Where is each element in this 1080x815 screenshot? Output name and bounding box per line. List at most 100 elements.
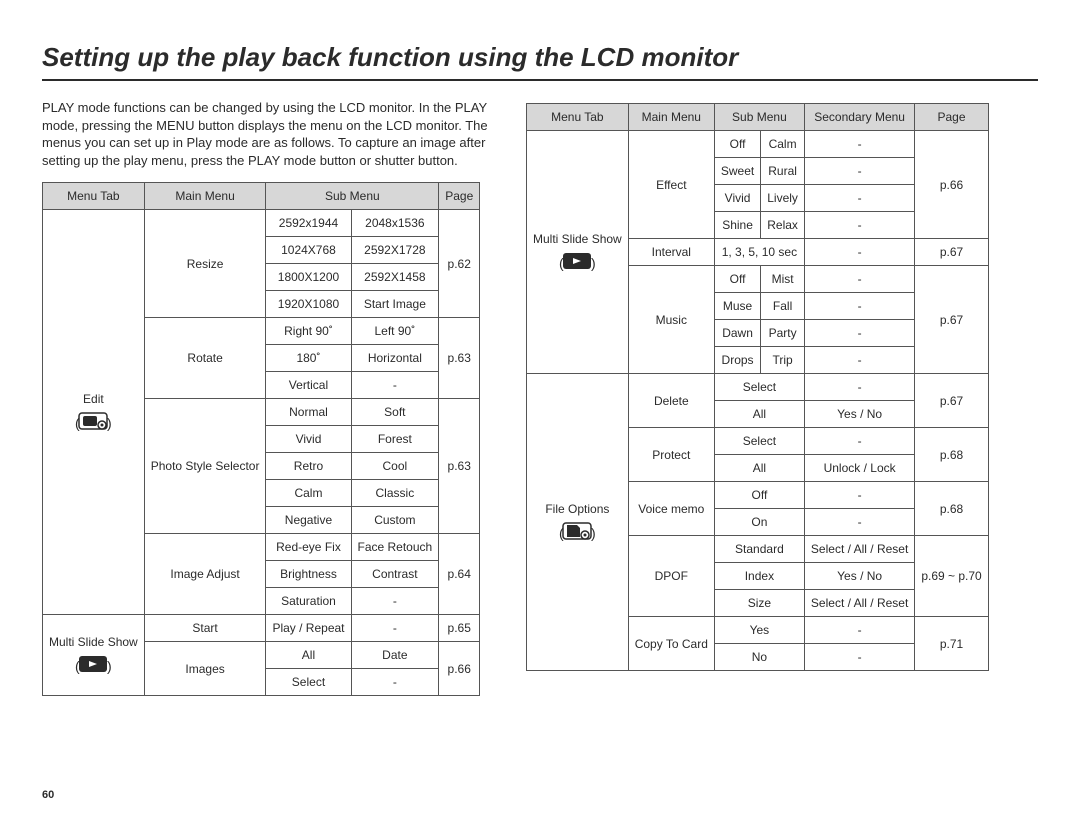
cell: Classic <box>351 480 439 507</box>
cell: Vivid <box>714 185 760 212</box>
page-ref: p.63 <box>439 318 480 399</box>
col-sub-menu: Sub Menu <box>266 183 439 210</box>
page-ref: p.66 <box>439 642 480 696</box>
main-rotate: Rotate <box>144 318 266 399</box>
cell: - <box>804 509 914 536</box>
cell: Play / Repeat <box>266 615 351 642</box>
cell: - <box>351 669 439 696</box>
cell: Soft <box>351 399 439 426</box>
svg-text:): ) <box>107 658 112 674</box>
main-images: Images <box>144 642 266 696</box>
cell: Select <box>266 669 351 696</box>
page-ref: p.69 ~ p.70 <box>915 536 988 617</box>
page-title: Setting up the play back function using … <box>42 42 1038 81</box>
svg-text:): ) <box>591 525 596 541</box>
edit-icon: () <box>73 410 113 432</box>
svg-text:): ) <box>591 255 596 271</box>
cell: Calm <box>266 480 351 507</box>
cell: All <box>714 401 804 428</box>
cell: No <box>714 644 804 671</box>
manual-page: Setting up the play back function using … <box>0 0 1080 815</box>
right-table: Menu Tab Main Menu Sub Menu Secondary Me… <box>526 103 989 671</box>
svg-text:(: ( <box>559 255 564 271</box>
cell: Relax <box>761 212 805 239</box>
cell: Forest <box>351 426 439 453</box>
svg-text:(: ( <box>75 415 80 431</box>
cell: Select <box>714 428 804 455</box>
cell: - <box>804 374 914 401</box>
cell: - <box>804 158 914 185</box>
cell: Trip <box>761 347 805 374</box>
intro-text: PLAY mode functions can be changed by us… <box>42 99 502 169</box>
main-voice: Voice memo <box>628 482 714 536</box>
col-menu-tab: Menu Tab <box>527 104 629 131</box>
cell: Mist <box>761 266 805 293</box>
cell: Face Retouch <box>351 534 439 561</box>
cell: Sweet <box>714 158 760 185</box>
cell: Shine <box>714 212 760 239</box>
main-adjust: Image Adjust <box>144 534 266 615</box>
edit-tab: Edit () <box>43 210 145 615</box>
cell: 2592X1728 <box>351 237 439 264</box>
cell: - <box>351 615 439 642</box>
cell: Lively <box>761 185 805 212</box>
page-ref: p.63 <box>439 399 480 534</box>
cell: Start Image <box>351 291 439 318</box>
cell: 1920X1080 <box>266 291 351 318</box>
cell: - <box>804 644 914 671</box>
cell: - <box>804 185 914 212</box>
cell: 1, 3, 5, 10 sec <box>714 239 804 266</box>
multislide-tab-label: Multi Slide Show <box>533 232 622 246</box>
cell: - <box>804 347 914 374</box>
page-ref: p.68 <box>915 482 988 536</box>
file-options-icon: () <box>557 520 597 542</box>
main-style: Photo Style Selector <box>144 399 266 534</box>
cell: 2048x1536 <box>351 210 439 237</box>
cell: 2592X1458 <box>351 264 439 291</box>
page-ref: p.67 <box>915 266 988 374</box>
cell: Vertical <box>266 372 351 399</box>
col-menu-tab: Menu Tab <box>43 183 145 210</box>
col-main-menu: Main Menu <box>628 104 714 131</box>
cell: - <box>804 482 914 509</box>
cell: Red-eye Fix <box>266 534 351 561</box>
main-delete: Delete <box>628 374 714 428</box>
edit-tab-label: Edit <box>83 392 104 406</box>
col-sub-menu: Sub Menu <box>714 104 804 131</box>
main-interval: Interval <box>628 239 714 266</box>
page-ref: p.71 <box>915 617 988 671</box>
cell: 1800X1200 <box>266 264 351 291</box>
cell: 1024X768 <box>266 237 351 264</box>
cell: Yes <box>714 617 804 644</box>
svg-text:): ) <box>107 415 112 431</box>
cell: All <box>714 455 804 482</box>
cell: Left 90˚ <box>351 318 439 345</box>
main-effect: Effect <box>628 131 714 239</box>
cell: Saturation <box>266 588 351 615</box>
cell: Right 90˚ <box>266 318 351 345</box>
cell: Cool <box>351 453 439 480</box>
cell: Drops <box>714 347 760 374</box>
cell: 180˚ <box>266 345 351 372</box>
main-music: Music <box>628 266 714 374</box>
cell: - <box>804 428 914 455</box>
cell: Party <box>761 320 805 347</box>
cell: - <box>351 372 439 399</box>
cell: Contrast <box>351 561 439 588</box>
cell: - <box>804 212 914 239</box>
page-ref: p.67 <box>915 239 988 266</box>
cell: 2592x1944 <box>266 210 351 237</box>
cell: - <box>351 588 439 615</box>
cell: Off <box>714 266 760 293</box>
main-protect: Protect <box>628 428 714 482</box>
cell: Off <box>714 482 804 509</box>
cell: - <box>804 131 914 158</box>
multislide-tab-left: Multi Slide Show () <box>43 615 145 696</box>
svg-text:(: ( <box>75 658 80 674</box>
page-number: 60 <box>42 789 54 801</box>
cell: Calm <box>761 131 805 158</box>
col-main-menu: Main Menu <box>144 183 266 210</box>
cell: Date <box>351 642 439 669</box>
cell: - <box>804 293 914 320</box>
page-ref: p.67 <box>915 374 988 428</box>
